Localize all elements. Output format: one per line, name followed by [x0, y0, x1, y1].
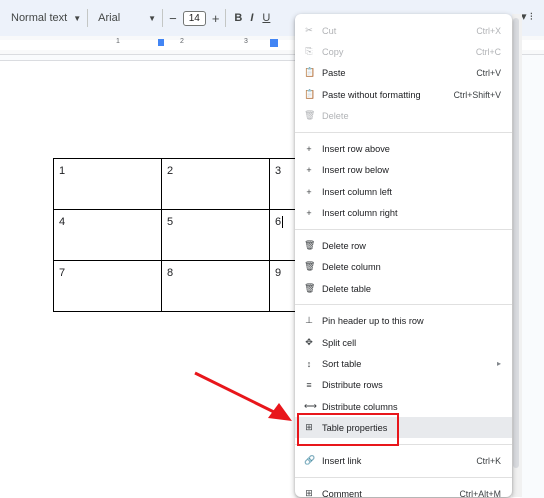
arrow-annotation-icon	[194, 371, 292, 421]
arrow-shaft	[194, 371, 279, 416]
